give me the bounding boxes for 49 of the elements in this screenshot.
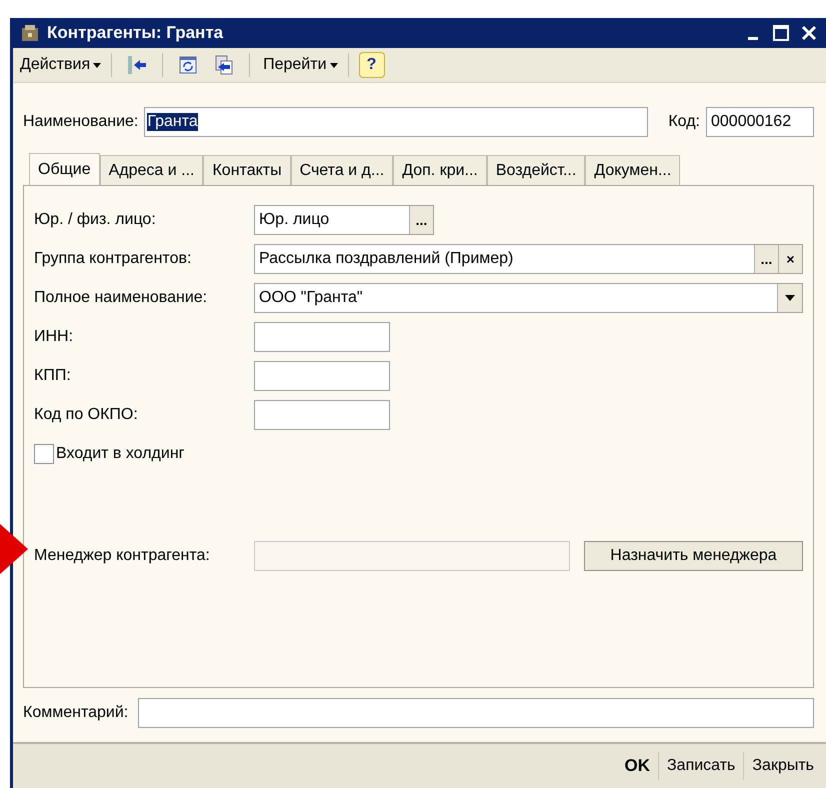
pointer-arrow-icon	[0, 524, 30, 574]
checkbox[interactable]	[34, 444, 54, 464]
tab[interactable]: Адреса и ...	[100, 155, 204, 185]
actions-menu[interactable]: Действия	[17, 54, 94, 76]
window-title: Контрагенты: Гранта	[47, 23, 224, 43]
checkbox-label: Входит в холдинг	[56, 444, 184, 462]
maximize-icon[interactable]	[772, 24, 790, 42]
tab[interactable]: Воздейст...	[486, 155, 586, 185]
manager-label: Менеджер контрагента:	[34, 547, 211, 565]
footer-button[interactable]: Закрыть	[744, 757, 822, 775]
go-to-menu[interactable]: Перейти	[260, 54, 330, 76]
document-arrow-icon[interactable]	[213, 54, 236, 76]
tab[interactable]: Счета и д...	[290, 155, 394, 185]
input-field[interactable]	[254, 400, 390, 430]
field-button[interactable]: ×	[778, 244, 802, 272]
field-label: Юр. / физ. лицо:	[34, 210, 157, 228]
name-value: Гранта	[147, 113, 198, 131]
input-field[interactable]	[254, 360, 390, 390]
field-label: ИНН:	[34, 328, 74, 346]
caret-icon[interactable]	[330, 62, 338, 68]
tab[interactable]: Докумен...	[585, 155, 680, 185]
help-button[interactable]: ?	[358, 52, 385, 78]
combo-field[interactable]: ООО "Гранта"	[254, 282, 803, 312]
tab[interactable]: Доп. кри...	[393, 155, 487, 185]
caret-icon[interactable]	[93, 62, 102, 68]
comment-field[interactable]	[138, 698, 814, 728]
comment-label: Комментарий:	[23, 704, 128, 722]
dropdown-icon[interactable]	[777, 284, 802, 312]
field-label: Код по ОКПО:	[34, 406, 139, 424]
arrow-left-icon[interactable]	[126, 54, 148, 76]
field-label: Группа контрагентов:	[34, 250, 192, 268]
field-label: Полное наименование:	[34, 288, 208, 306]
reference-field[interactable]: Рассылка поздравлений (Пример) ... ×	[254, 244, 803, 274]
footer-button[interactable]: OK	[616, 756, 658, 776]
name-label: Наименование:	[23, 113, 138, 131]
field-button[interactable]: ...	[409, 206, 433, 234]
close-icon[interactable]	[800, 24, 818, 42]
code-field[interactable]: 000000162	[706, 107, 814, 137]
code-label: Код:	[668, 113, 700, 131]
field-button[interactable]: ...	[754, 244, 778, 272]
refresh-icon[interactable]	[177, 54, 200, 76]
footer-button[interactable]: Записать	[659, 757, 744, 775]
app-icon	[21, 24, 39, 42]
reference-field[interactable]: Юр. лицо ...	[254, 204, 434, 234]
name-field[interactable]: Гранта	[144, 107, 648, 137]
tab[interactable]: Общие	[29, 153, 100, 185]
input-field[interactable]	[254, 322, 390, 352]
tab[interactable]: Контакты	[203, 155, 291, 185]
field-label: КПП:	[34, 366, 72, 384]
